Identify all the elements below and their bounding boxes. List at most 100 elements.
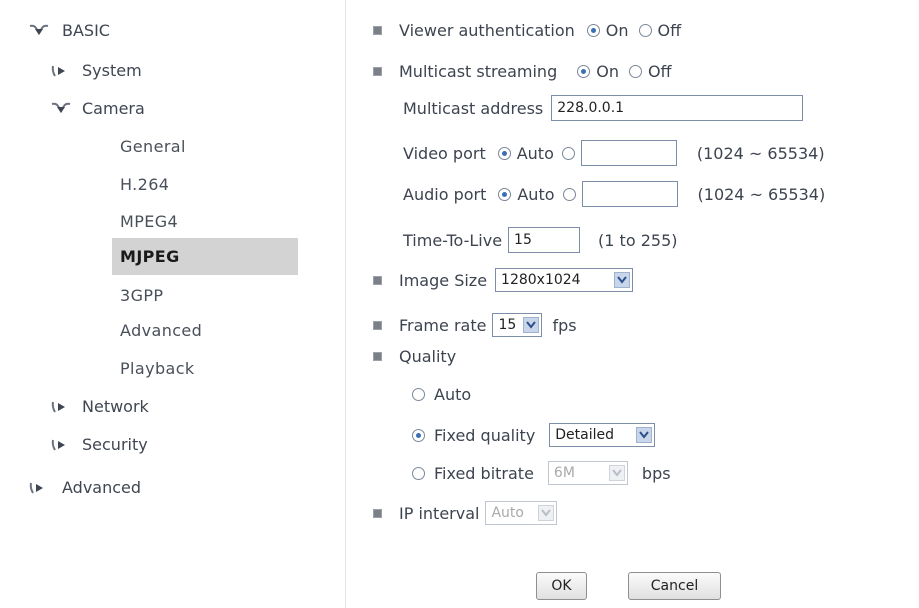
nav-camera-mpeg4-label: MPEG4 bbox=[120, 212, 179, 231]
ip-interval-select[interactable]: Auto bbox=[485, 501, 558, 525]
nav-camera-label: Camera bbox=[82, 99, 145, 118]
bullet-icon bbox=[373, 508, 382, 518]
ip-interval-row: IP interval Auto bbox=[373, 501, 558, 525]
nav-camera-advanced-label: Advanced bbox=[120, 321, 203, 340]
chevron-down-icon bbox=[523, 317, 540, 333]
viewer-auth-row: Viewer authentication On Off bbox=[373, 21, 681, 40]
chevron-right-icon bbox=[50, 400, 72, 414]
frame-rate-label: Frame rate bbox=[399, 315, 487, 335]
bullet-icon bbox=[373, 275, 382, 285]
viewer-auth-off-radio[interactable] bbox=[638, 24, 652, 37]
nav-basic[interactable]: BASIC bbox=[28, 21, 110, 40]
audio-port-manual-radio[interactable] bbox=[562, 187, 576, 201]
nav-advanced[interactable]: Advanced bbox=[28, 478, 141, 497]
multicast-label: Multicast streaming bbox=[399, 62, 558, 81]
viewer-auth-on-label: On bbox=[605, 21, 629, 40]
multicast-off-label: Off bbox=[647, 62, 672, 81]
cancel-button[interactable]: Cancel bbox=[628, 572, 721, 600]
nav-security[interactable]: Security bbox=[50, 435, 148, 454]
audio-port-input[interactable] bbox=[581, 181, 678, 207]
frame-rate-value: 15 bbox=[498, 317, 517, 333]
quality-auto-label: Auto bbox=[434, 385, 472, 404]
multicast-address-input[interactable]: 228.0.0.1 bbox=[551, 95, 804, 121]
nav-advanced-label: Advanced bbox=[62, 478, 142, 497]
ttl-row: Time-To-Live 15 (1 to 255) bbox=[403, 227, 677, 253]
multicast-address-label: Multicast address bbox=[403, 98, 544, 118]
video-port-input[interactable] bbox=[580, 140, 677, 166]
nav-network[interactable]: Network bbox=[50, 397, 149, 416]
audio-port-range: (1024 ~ 65534) bbox=[697, 184, 826, 204]
nav-camera-general[interactable]: General bbox=[120, 137, 186, 156]
video-port-manual-radio[interactable] bbox=[561, 146, 575, 160]
ip-interval-label: IP interval bbox=[399, 503, 480, 523]
multicast-on-radio[interactable] bbox=[577, 65, 591, 78]
sidebar: BASIC System Camera General H.264 MPEG4 … bbox=[0, 0, 346, 608]
image-size-row: Image Size 1280x1024 bbox=[373, 268, 634, 292]
fixed-quality-radio[interactable] bbox=[412, 428, 425, 442]
audio-port-row: Audio port Auto (1024 ~ 65534) bbox=[403, 181, 825, 207]
bullet-icon bbox=[373, 352, 382, 361]
nav-system[interactable]: System bbox=[50, 61, 142, 80]
main-form: Viewer authentication On Off Multicast s… bbox=[345, 0, 919, 608]
video-port-auto-radio[interactable] bbox=[497, 146, 511, 160]
audio-port-label: Audio port bbox=[403, 184, 487, 204]
frame-rate-row: Frame rate 15 fps bbox=[373, 313, 577, 337]
viewer-auth-off-label: Off bbox=[657, 21, 682, 40]
bitrate-unit: bps bbox=[641, 463, 671, 483]
ip-interval-value: Auto bbox=[491, 505, 524, 521]
audio-port-auto-radio[interactable] bbox=[498, 187, 512, 201]
chevron-right-icon bbox=[50, 438, 72, 452]
frame-rate-unit: fps bbox=[552, 315, 577, 335]
viewer-auth-on-radio[interactable] bbox=[586, 24, 600, 37]
chevron-down-icon bbox=[608, 465, 625, 481]
multicast-on-label: On bbox=[596, 62, 619, 81]
image-size-select[interactable]: 1280x1024 bbox=[495, 268, 634, 292]
ttl-input[interactable]: 15 bbox=[508, 227, 581, 253]
fixed-bitrate-value: 6M bbox=[553, 465, 575, 481]
quality-row: Quality bbox=[373, 347, 456, 366]
quality-auto-radio[interactable] bbox=[412, 388, 425, 401]
ttl-label: Time-To-Live bbox=[403, 230, 503, 250]
nav-security-label: Security bbox=[82, 435, 148, 454]
frame-rate-select[interactable]: 15 bbox=[492, 313, 543, 337]
bullet-icon bbox=[373, 26, 382, 35]
image-size-label: Image Size bbox=[399, 270, 488, 290]
video-port-range: (1024 ~ 65534) bbox=[696, 143, 825, 163]
nav-camera-h264-label: H.264 bbox=[120, 175, 170, 194]
fixed-bitrate-select[interactable]: 6M bbox=[547, 461, 628, 485]
fixed-bitrate-radio[interactable] bbox=[412, 466, 425, 480]
multicast-off-radio[interactable] bbox=[628, 65, 642, 78]
chevron-down-icon bbox=[538, 505, 555, 521]
fixed-quality-value: Detailed bbox=[555, 427, 615, 443]
viewer-auth-label: Viewer authentication bbox=[399, 21, 575, 40]
quality-bitrate-row: Fixed bitrate 6M bps bbox=[412, 461, 671, 485]
multicast-address-row: Multicast address 228.0.0.1 bbox=[403, 95, 804, 121]
nav-camera-general-label: General bbox=[120, 137, 186, 156]
chevron-down-icon bbox=[636, 427, 653, 443]
video-port-auto-label: Auto bbox=[516, 143, 554, 163]
chevron-down-icon bbox=[28, 24, 50, 38]
nav-camera-mpeg4[interactable]: MPEG4 bbox=[120, 212, 178, 231]
quality-fixed-row: Fixed quality Detailed bbox=[412, 423, 656, 447]
quality-label: Quality bbox=[399, 347, 457, 366]
audio-port-auto-label: Auto bbox=[517, 184, 555, 204]
video-port-row: Video port Auto (1024 ~ 65534) bbox=[403, 140, 825, 166]
nav-camera-playback[interactable]: Playback bbox=[120, 359, 195, 378]
nav-system-label: System bbox=[82, 61, 142, 80]
fixed-quality-label: Fixed quality bbox=[434, 425, 536, 445]
chevron-down-icon bbox=[50, 102, 72, 116]
nav-camera[interactable]: Camera bbox=[50, 99, 145, 118]
nav-camera-playback-label: Playback bbox=[120, 359, 195, 378]
video-port-label: Video port bbox=[403, 143, 486, 163]
ok-button[interactable]: OK bbox=[536, 572, 587, 600]
chevron-right-icon bbox=[28, 481, 50, 495]
bullet-icon bbox=[373, 320, 382, 330]
nav-camera-3gpp[interactable]: 3GPP bbox=[120, 286, 163, 305]
nav-camera-h264[interactable]: H.264 bbox=[120, 175, 169, 194]
nav-camera-mjpeg[interactable]: MJPEG bbox=[112, 238, 298, 275]
fixed-quality-select[interactable]: Detailed bbox=[549, 423, 656, 447]
nav-network-label: Network bbox=[82, 397, 149, 416]
multicast-row: Multicast streaming On Off bbox=[373, 62, 672, 81]
chevron-right-icon bbox=[50, 64, 72, 78]
nav-camera-advanced[interactable]: Advanced bbox=[120, 321, 202, 340]
